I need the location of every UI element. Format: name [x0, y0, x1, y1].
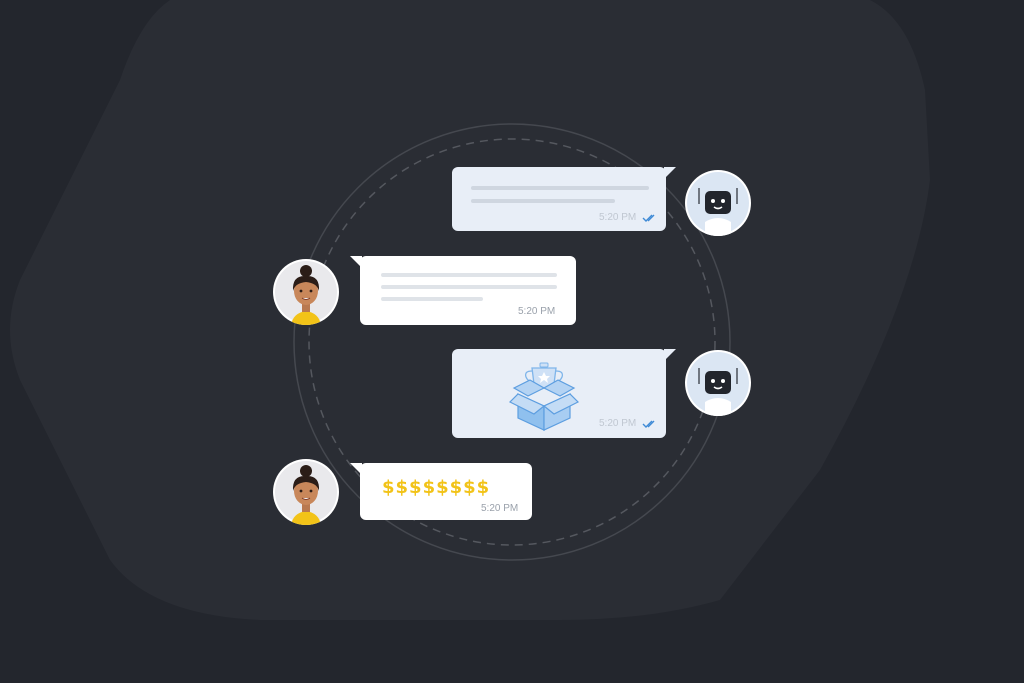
message-bubble-user-2[interactable]: $$$$$$$$ 5:20 PM	[350, 463, 532, 520]
trophy-box-icon	[508, 362, 580, 431]
robot-icon	[687, 172, 749, 236]
bubble-tail	[664, 167, 676, 179]
message-timestamp: 5:20 PM	[599, 418, 637, 429]
text-placeholder-line	[471, 186, 649, 190]
message-timestamp: 5:20 PM	[481, 503, 519, 514]
message-bubble-user-1[interactable]: 5:20 PM	[350, 256, 576, 325]
message-timestamp: 5:20 PM	[518, 306, 556, 317]
double-check-icon	[642, 420, 655, 428]
double-check-icon	[642, 214, 655, 222]
bubble-tail	[350, 256, 362, 268]
message-bubble-bot-1[interactable]: 5:20 PM	[452, 167, 676, 231]
woman-avatar-icon	[275, 261, 337, 325]
bubble-tail	[664, 349, 676, 361]
text-placeholder-line	[381, 273, 557, 277]
woman-avatar-icon	[275, 461, 337, 525]
robot-icon	[687, 352, 749, 416]
text-placeholder-line	[381, 285, 557, 289]
dollar-signs-text: $$$$$$$$	[382, 477, 491, 498]
text-placeholder-line	[471, 199, 615, 203]
background-scene	[10, 0, 930, 620]
user-avatar[interactable]	[273, 259, 339, 325]
bot-avatar[interactable]	[685, 170, 751, 236]
user-avatar[interactable]	[273, 459, 339, 525]
bot-avatar[interactable]	[685, 350, 751, 416]
text-placeholder-line	[381, 297, 483, 301]
message-timestamp: 5:20 PM	[599, 212, 637, 223]
bubble-tail	[350, 463, 362, 475]
message-bubble-bot-2[interactable]: 5:20 PM	[452, 349, 676, 438]
